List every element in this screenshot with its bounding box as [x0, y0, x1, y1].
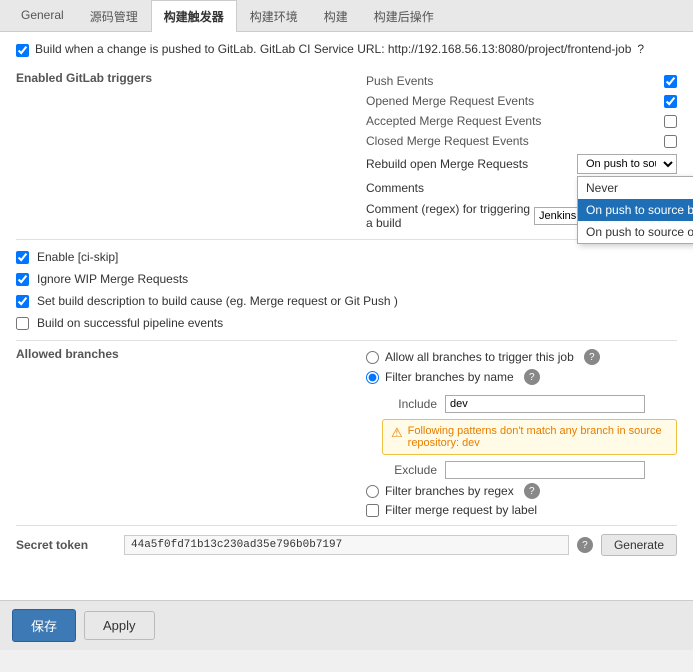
push-events-check — [664, 75, 677, 88]
ab-regex-help-icon[interactable]: ? — [524, 483, 540, 499]
gitlab-triggers-label: Enabled GitLab triggers — [16, 71, 356, 85]
dp-never[interactable]: Never — [578, 177, 693, 199]
ab-name-row: Filter branches by name ? — [366, 367, 677, 387]
rebuild-label: Rebuild open Merge Requests — [366, 157, 528, 171]
pipeline-checkbox[interactable] — [16, 317, 29, 330]
closed-mr-label: Closed Merge Request Events — [366, 134, 529, 148]
ci-skip-checkbox[interactable] — [16, 251, 29, 264]
top-notice-help-icon[interactable]: ? — [637, 42, 644, 56]
tab-env[interactable]: 构建环境 — [237, 0, 311, 32]
ab-label-checkbox[interactable] — [366, 504, 379, 517]
ab-regex-label: Filter branches by regex — [385, 484, 514, 498]
top-notice: Build when a change is pushed to GitLab.… — [16, 42, 677, 57]
ab-all-row: Allow all branches to trigger this job ? — [366, 347, 677, 367]
include-input[interactable] — [445, 395, 645, 413]
pipeline-label: Build on successful pipeline events — [37, 316, 223, 330]
ab-regex-row: Filter branches by regex ? — [366, 481, 677, 501]
ab-all-help-icon[interactable]: ? — [584, 349, 600, 365]
ci-skip-label: Enable [ci-skip] — [37, 250, 118, 264]
tab-source[interactable]: 源码管理 — [77, 0, 151, 32]
comment-regex-label: Comment (regex) for triggering a build — [366, 202, 534, 230]
warning-triangle-icon: ⚠ — [391, 425, 403, 441]
exclude-row: Exclude — [382, 459, 677, 481]
allowed-branches-options: Allow all branches to trigger this job ?… — [366, 347, 677, 519]
generate-button[interactable]: Generate — [601, 534, 677, 556]
tab-general[interactable]: General — [8, 0, 77, 32]
dp-both[interactable]: On push to source or target br — [578, 221, 693, 243]
ab-all-label: Allow all branches to trigger this job — [385, 350, 574, 364]
main-content: Build when a change is pushed to GitLab.… — [0, 32, 693, 622]
secret-token-help-icon[interactable]: ? — [577, 537, 593, 553]
accepted-mr-label: Accepted Merge Request Events — [366, 114, 541, 128]
event-row-closed: Closed Merge Request Events — [366, 131, 677, 151]
event-row-accepted: Accepted Merge Request Events — [366, 111, 677, 131]
warning-box: ⚠ Following patterns don't match any bra… — [382, 419, 677, 455]
event-row-push: Push Events — [366, 71, 677, 91]
left-col: Enabled GitLab triggers — [16, 71, 356, 233]
dp-source[interactable]: On push to source branch — [578, 199, 693, 221]
filter-section: Include ⚠ Following patterns don't match… — [382, 393, 677, 481]
top-notice-text: Build when a change is pushed to GitLab.… — [35, 42, 631, 56]
ab-name-help-icon[interactable]: ? — [524, 369, 540, 385]
allowed-branches-section: Allowed branches Allow all branches to t… — [16, 347, 677, 519]
secret-token-row: Secret token 44a5f0fd71b13c230ad35e796b0… — [16, 534, 677, 556]
top-notice-checkbox[interactable] — [16, 44, 29, 57]
warning-text: Following patterns don't match any branc… — [408, 425, 668, 449]
option-ignore-wip: Ignore WIP Merge Requests — [16, 268, 677, 290]
bottom-bar: 保存 Apply — [0, 600, 693, 650]
opened-mr-check — [664, 95, 677, 108]
comments-label: Comments — [366, 181, 424, 195]
allowed-branches-label: Allowed branches — [16, 347, 356, 519]
tab-build[interactable]: 构建 — [311, 0, 361, 32]
event-row-opened: Opened Merge Request Events — [366, 91, 677, 111]
set-desc-checkbox[interactable] — [16, 295, 29, 308]
closed-mr-check — [664, 135, 677, 148]
accepted-mr-check — [664, 115, 677, 128]
option-ci-skip: Enable [ci-skip] — [16, 246, 677, 268]
set-desc-label: Set build description to build cause (eg… — [37, 294, 398, 308]
right-events: Push Events Opened Merge Request Events … — [366, 71, 677, 233]
ab-name-radio[interactable] — [366, 371, 379, 384]
opened-mr-checkbox[interactable] — [664, 95, 677, 108]
tab-trigger[interactable]: 构建触发器 — [151, 0, 237, 32]
opened-mr-label: Opened Merge Request Events — [366, 94, 534, 108]
ab-label-row: Filter merge request by label — [366, 501, 677, 519]
tabs-bar: General 源码管理 构建触发器 构建环境 构建 构建后操作 — [0, 0, 693, 32]
push-events-label: Push Events — [366, 74, 433, 88]
option-set-desc: Set build description to build cause (eg… — [16, 290, 677, 312]
save-button[interactable]: 保存 — [12, 609, 76, 642]
rebuild-row: Rebuild open Merge Requests Never On pus… — [366, 151, 677, 177]
rebuild-dropdown-wrapper: Never On push to source branch On push t… — [577, 154, 677, 174]
rebuild-dropdown-popup: Never On push to source branch On push t… — [577, 176, 693, 244]
exclude-input[interactable] — [445, 461, 645, 479]
push-events-checkbox[interactable] — [664, 75, 677, 88]
apply-button[interactable]: Apply — [84, 611, 155, 640]
secret-token-label: Secret token — [16, 538, 116, 552]
exclude-label: Exclude — [382, 463, 437, 477]
tab-post[interactable]: 构建后操作 — [361, 0, 447, 32]
ab-all-radio[interactable] — [366, 351, 379, 364]
ignore-wip-checkbox[interactable] — [16, 273, 29, 286]
include-row: Include — [382, 393, 677, 415]
secret-token-value: 44a5f0fd71b13c230ad35e796b0b7197 — [124, 535, 569, 555]
top-section: Enabled GitLab triggers Push Events Open… — [16, 71, 677, 233]
ab-name-label: Filter branches by name — [385, 370, 514, 384]
ab-label-label: Filter merge request by label — [385, 503, 537, 517]
ab-regex-radio[interactable] — [366, 485, 379, 498]
ignore-wip-label: Ignore WIP Merge Requests — [37, 272, 188, 286]
accepted-mr-checkbox[interactable] — [664, 115, 677, 128]
rebuild-select[interactable]: Never On push to source branch On push t… — [577, 154, 677, 174]
include-label: Include — [382, 397, 437, 411]
option-pipeline: Build on successful pipeline events — [16, 312, 677, 334]
closed-mr-checkbox[interactable] — [664, 135, 677, 148]
